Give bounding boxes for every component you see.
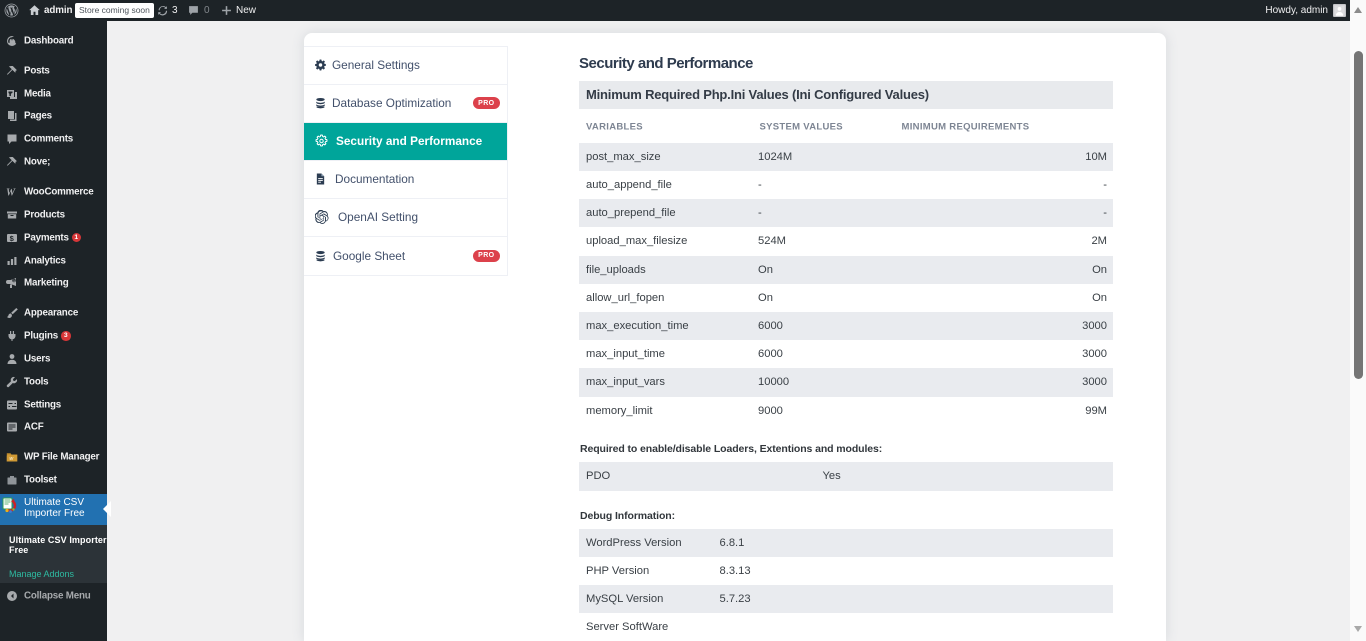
svg-text:1: 1 (13, 279, 15, 283)
svg-text:W: W (6, 188, 16, 198)
